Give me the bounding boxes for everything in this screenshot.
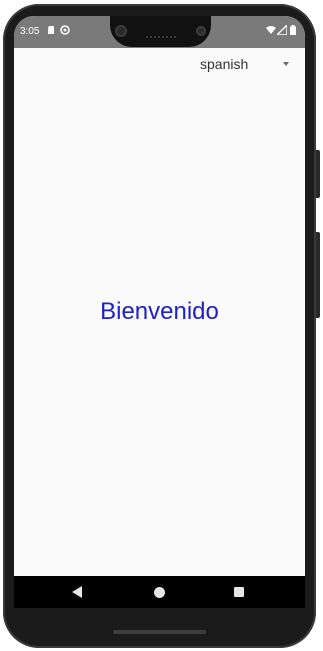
status-bar: 3:05 xyxy=(14,16,305,48)
wifi-icon xyxy=(266,26,276,34)
navigation-bar xyxy=(14,576,305,608)
language-dropdown[interactable]: spanish xyxy=(200,56,292,74)
earpiece-speaker xyxy=(146,36,176,41)
sd-card-icon xyxy=(48,26,54,34)
power-button xyxy=(316,150,320,198)
language-dropdown-value: spanish xyxy=(200,56,249,72)
status-time: 3:05 xyxy=(20,26,40,37)
sync-icon xyxy=(60,25,70,35)
welcome-text: Bienvenido xyxy=(100,298,219,325)
front-sensor-icon xyxy=(196,26,206,36)
app-screen: 3:05 spanish Bienvenido xyxy=(14,16,305,608)
phone-chin-bar xyxy=(113,630,206,634)
back-icon[interactable] xyxy=(72,586,82,598)
cell-signal-icon xyxy=(277,25,287,35)
battery-icon xyxy=(290,25,296,35)
volume-button xyxy=(316,232,320,318)
dropdown-arrow-icon xyxy=(283,62,289,66)
front-camera-icon xyxy=(115,25,127,37)
recents-icon[interactable] xyxy=(234,587,244,597)
camera-notch xyxy=(110,16,211,47)
home-icon[interactable] xyxy=(154,587,165,598)
